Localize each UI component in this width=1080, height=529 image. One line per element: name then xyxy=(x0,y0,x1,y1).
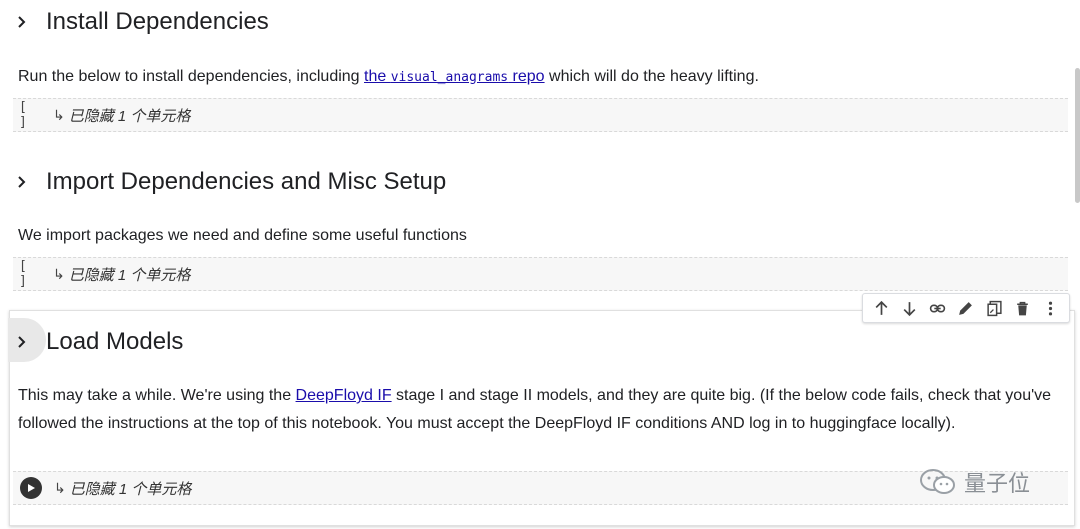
section-description: This may take a while. We're using the D… xyxy=(18,382,1056,437)
chevron-right-icon[interactable] xyxy=(12,172,32,192)
repo-link[interactable]: the visual_anagrams repo xyxy=(364,68,545,85)
section-title: Install Dependencies xyxy=(46,8,269,35)
section-heading[interactable]: Load Models xyxy=(12,322,183,362)
hidden-cells-text: 已隐藏 1 个单元格 xyxy=(69,480,192,498)
deepfloyd-link[interactable]: DeepFloyd IF xyxy=(296,387,392,404)
more-icon[interactable] xyxy=(1039,296,1063,320)
edit-icon[interactable] xyxy=(954,296,978,320)
scrollbar[interactable] xyxy=(1075,68,1080,203)
section-description: Run the below to install dependencies, i… xyxy=(18,63,1056,92)
cell-brackets: [ ] xyxy=(19,100,31,130)
description-text: Run the below to install dependencies, i… xyxy=(18,68,365,85)
description-text: This may take a while. We're using the xyxy=(18,387,296,404)
hidden-cells-text: 已隐藏 1 个单元格 xyxy=(68,266,191,284)
return-arrow-icon: ↳ xyxy=(54,479,66,496)
link-code: visual_anagrams xyxy=(390,70,509,85)
move-up-icon[interactable] xyxy=(869,296,893,320)
link-icon[interactable] xyxy=(926,296,950,320)
hidden-cells-indicator[interactable]: [ ] ↳ 已隐藏 1 个单元格 xyxy=(13,98,1068,132)
hidden-cells-label[interactable]: ↳ 已隐藏 1 个单元格 xyxy=(53,105,190,126)
wechat-logo-icon xyxy=(920,469,955,494)
delete-icon[interactable] xyxy=(1011,296,1035,320)
section-title: Load Models xyxy=(46,328,184,355)
hidden-cells-label[interactable]: ↳ 已隐藏 1 个单元格 xyxy=(53,264,190,285)
link-prefix: the xyxy=(364,68,391,85)
section-title: Import Dependencies and Misc Setup xyxy=(46,168,447,195)
section-heading[interactable]: Install Dependencies xyxy=(12,2,269,42)
hidden-cells-indicator[interactable]: [ ] ↳ 已隐藏 1 个单元格 xyxy=(13,257,1068,291)
run-cell-button[interactable] xyxy=(20,477,42,499)
section-description: We import packages we need and define so… xyxy=(18,227,467,244)
hidden-cells-indicator[interactable]: ↳ 已隐藏 1 个单元格 xyxy=(13,471,1068,505)
move-down-icon[interactable] xyxy=(897,296,921,320)
watermark-text: 量子位 xyxy=(964,471,1031,496)
return-arrow-icon: ↳ xyxy=(53,106,65,123)
link-suffix: repo xyxy=(508,68,545,85)
chevron-right-icon[interactable] xyxy=(12,332,32,352)
play-icon xyxy=(28,484,35,492)
section-heading[interactable]: Import Dependencies and Misc Setup xyxy=(12,162,446,202)
chevron-right-icon[interactable] xyxy=(12,12,32,32)
hidden-cells-label[interactable]: ↳ 已隐藏 1 个单元格 xyxy=(54,478,191,499)
description-text: which will do the heavy lifting. xyxy=(544,68,759,85)
return-arrow-icon: ↳ xyxy=(53,265,65,282)
hidden-cells-text: 已隐藏 1 个单元格 xyxy=(68,107,191,125)
cell-toolbar xyxy=(862,293,1070,323)
mirror-cell-icon[interactable] xyxy=(982,296,1006,320)
watermark: 量子位 xyxy=(918,466,1030,498)
cell-brackets: [ ] xyxy=(19,259,31,289)
